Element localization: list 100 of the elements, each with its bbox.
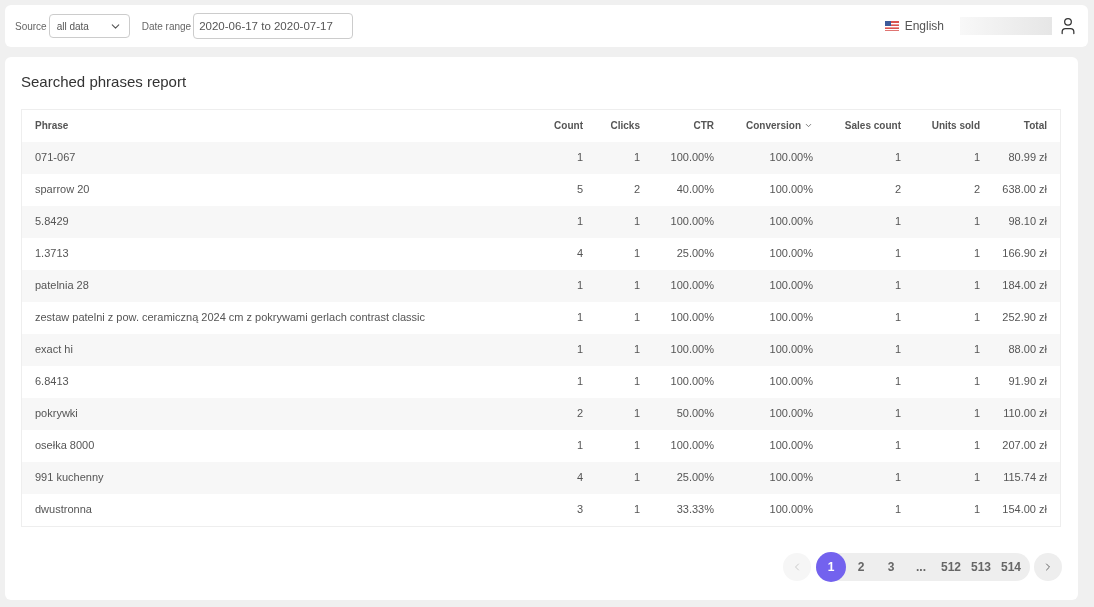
table-cell-text: 100.00% — [768, 502, 813, 518]
table-cell-text: 1 — [972, 150, 980, 166]
table-cell-text: 100.00% — [669, 214, 714, 230]
table-cell-text: 1 — [575, 342, 583, 358]
table-cell-text: 100.00% — [669, 278, 714, 294]
table-cell-text: 100.00% — [669, 438, 714, 454]
table-cell-text: 1 — [632, 342, 640, 358]
table-cell-text: 1.3713 — [34, 246, 70, 262]
column-header[interactable]: Conversion — [714, 118, 813, 133]
table-cell-text: 1 — [575, 214, 583, 230]
table-cell-text: 1 — [575, 438, 583, 454]
table-cell-text: 2 — [632, 182, 640, 198]
table-cell-text: 115.74 zł — [1002, 470, 1048, 486]
table-cell-text: dwustronna — [34, 502, 93, 518]
table-cell-text: 100.00% — [768, 182, 813, 198]
table-cell-text: 1 — [972, 214, 980, 230]
date-range-label: Date range — [141, 19, 192, 34]
table-cell-text: 1 — [972, 278, 980, 294]
column-header[interactable]: Phrase — [22, 118, 520, 133]
date-range-field[interactable]: 2020-06-17 to 2020-07-17 — [193, 13, 354, 39]
table-cell-text: 100.00% — [768, 470, 813, 486]
table-cell-text: 184.00 zł — [1001, 278, 1048, 294]
table-cell-text: 154.00 zł — [1001, 502, 1048, 518]
page-button[interactable]: 512 — [936, 551, 966, 582]
page-button[interactable]: 3 — [876, 551, 906, 582]
table-cell-text: 1 — [972, 502, 980, 518]
table-cell-text: 100.00% — [768, 374, 813, 390]
table-cell-text: 1 — [632, 374, 640, 390]
table-cell-text: exact hi — [34, 342, 74, 358]
table-cell-text: 071-067 — [34, 150, 77, 166]
page-button[interactable]: ... — [906, 551, 936, 582]
table-cell-text: 100.00% — [768, 246, 813, 262]
table-cell-text: 2 — [893, 182, 901, 198]
table-cell-text: 1 — [893, 150, 901, 166]
table-cell-text: 1 — [972, 438, 980, 454]
table-cell-text: 166.90 zł — [1001, 246, 1048, 262]
table-cell-text: 1 — [632, 438, 640, 454]
table-cell-text: 2 — [575, 406, 583, 422]
table-cell-text: pokrywki — [34, 406, 79, 422]
column-header[interactable]: CTR — [640, 118, 714, 133]
table-cell-text: 1 — [893, 406, 901, 422]
table-cell-text: 100.00% — [669, 310, 714, 326]
table-cell-text: 80.99 zł — [1007, 150, 1048, 166]
table-cell-text: 1 — [893, 278, 901, 294]
sort-icon — [804, 121, 813, 130]
column-header[interactable]: Sales count — [813, 118, 901, 133]
table-cell-text: 100.00% — [768, 438, 813, 454]
table-cell-text: 2 — [972, 182, 980, 198]
table-cell-text: 1 — [972, 342, 980, 358]
table-cell-text: 100.00% — [669, 342, 714, 358]
table-cell-text: 1 — [632, 502, 640, 518]
table-cell-text: osełka 8000 — [34, 438, 96, 454]
column-header[interactable]: Total — [980, 118, 1060, 133]
table-cell-text: patelnia 28 — [34, 278, 90, 294]
table-cell-text: 1 — [972, 374, 980, 390]
table-cell-text: sparrow 20 — [34, 182, 91, 198]
table-cell-text: 88.00 zł — [1007, 342, 1048, 358]
table-cell-text: 4 — [575, 246, 583, 262]
table-cell-text: 5 — [575, 182, 583, 198]
table-cell-text: 6.8413 — [34, 374, 70, 390]
column-header[interactable]: Count — [520, 118, 583, 133]
table-cell-text: 1 — [632, 150, 640, 166]
next-page-button[interactable] — [1034, 552, 1062, 581]
source-label: Source — [15, 19, 47, 34]
table-cell-text: 991 kuchenny — [34, 470, 105, 486]
table-cell-text: 3 — [575, 502, 583, 518]
table-cell-text: 1 — [575, 278, 583, 294]
page-button[interactable]: 514 — [996, 551, 1026, 582]
page-button[interactable]: 2 — [846, 551, 876, 582]
source-dropdown[interactable]: all data — [48, 14, 130, 38]
table-cell-text: 100.00% — [669, 374, 714, 390]
table-cell-text: 5.8429 — [34, 214, 70, 230]
table-cell-text: 1 — [575, 310, 583, 326]
column-header[interactable]: Clicks — [583, 118, 640, 133]
table-cell-text: 1 — [632, 278, 640, 294]
language-selector[interactable]: English — [904, 17, 944, 35]
page-button[interactable]: 513 — [966, 551, 996, 582]
table-cell-text: 207.00 zł — [1001, 438, 1048, 454]
table-cell-text: 110.00 zł — [1002, 406, 1048, 422]
table-cell-text: 100.00% — [669, 150, 714, 166]
table-cell-text: 1 — [893, 310, 901, 326]
table-cell-text: 1 — [893, 502, 901, 518]
table-cell-text: 1 — [893, 438, 901, 454]
page-button[interactable]: 1 — [816, 551, 846, 582]
table-cell-text: 25.00% — [675, 246, 714, 262]
table-cell-text: 40.00% — [675, 182, 714, 198]
column-header[interactable]: Units sold — [901, 118, 980, 133]
table-cell-text: 1 — [632, 470, 640, 486]
table-cell-text: 1 — [893, 374, 901, 390]
table-cell-text: 1 — [893, 246, 901, 262]
table-cell-text: 33.33% — [675, 502, 714, 518]
table-cell-text: 1 — [893, 342, 901, 358]
table-cell-text: 100.00% — [768, 406, 813, 422]
table-cell-text: 50.00% — [675, 406, 714, 422]
table-cell-text: 100.00% — [768, 150, 813, 166]
table-cell-text: zestaw patelni z pow. ceramiczną 2024 cm z pokrywami gerlach contrast classic — [34, 310, 427, 326]
table-cell-text: 100.00% — [768, 342, 813, 358]
table-cell-text: 252.90 zł — [1001, 310, 1048, 326]
table-cell-text: 1 — [972, 470, 980, 486]
table-cell-text: 1 — [575, 150, 583, 166]
